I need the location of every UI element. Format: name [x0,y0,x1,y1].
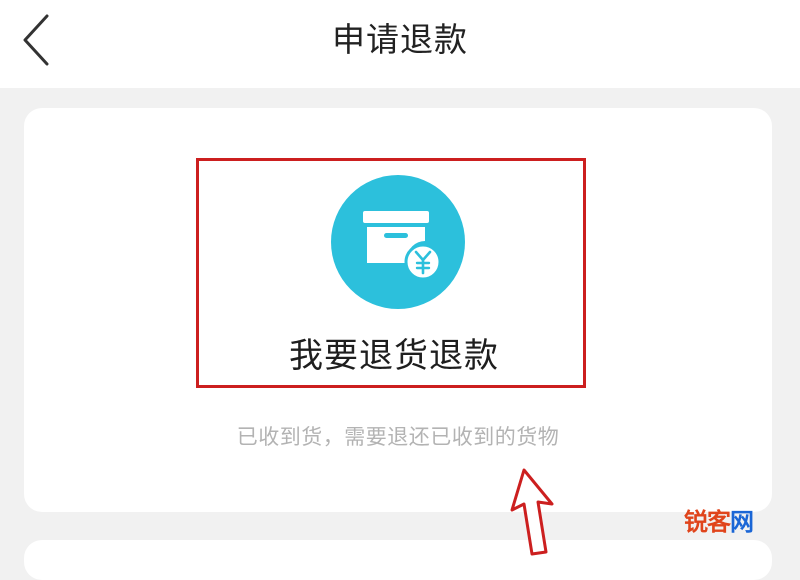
option-label: 我要退货退款 [289,336,499,376]
header-bar: 申请退款 [0,0,800,88]
box-yuan-icon [331,175,465,309]
pointer-arrow-icon [510,468,554,556]
refund-options-card: 我要退货退款 已收到货，需要退还已收到的货物 [24,108,772,512]
return-and-refund-option[interactable]: 我要退货退款 [196,158,592,388]
watermark-logo: 锐客网 [684,502,754,537]
watermark-text-b: 网 [730,508,754,536]
watermark-text-a: 锐客 [684,508,731,536]
next-option-card[interactable] [24,540,772,580]
page-title: 申请退款 [332,20,468,59]
option-description: 已收到货，需要退还已收到的货物 [236,425,560,449]
